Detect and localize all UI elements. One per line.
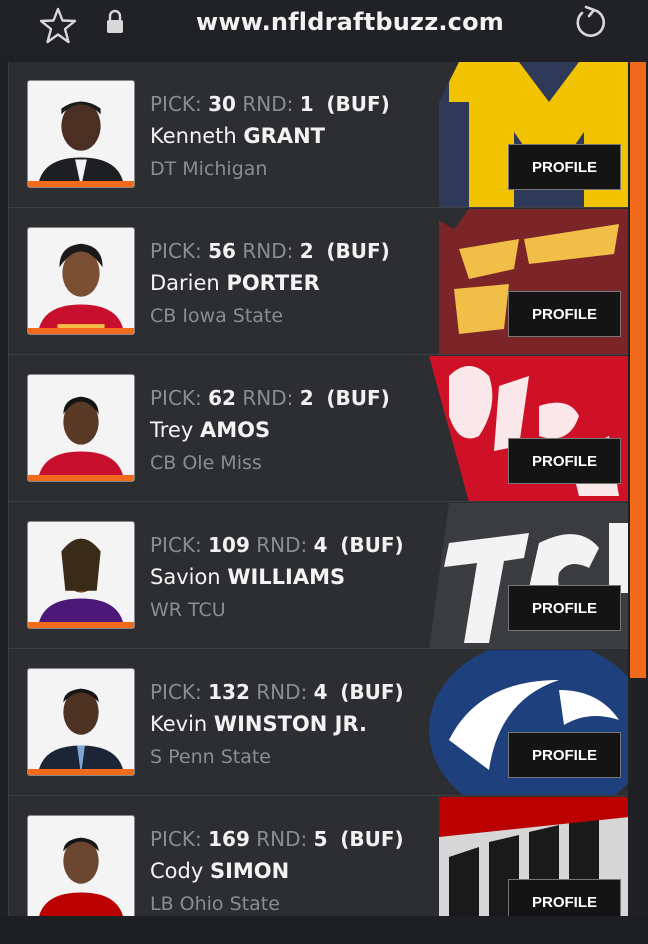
list-item: PICK: 109 RND: 4 (BUF) Savion WILLIAMS W… [9, 503, 628, 649]
player-photo [27, 668, 135, 776]
player-photo [27, 227, 135, 335]
list-item: PICK: 56 RND: 2 (BUF) Darien PORTER CB I… [9, 209, 628, 355]
pick-info: PICK: 56 RND: 2 (BUF) [150, 239, 390, 263]
pick-info: PICK: 132 RND: 4 (BUF) [150, 680, 404, 704]
profile-button[interactable]: PROFILE [508, 879, 621, 916]
photo-accent-bar [28, 769, 134, 775]
pick-info: PICK: 62 RND: 2 (BUF) [150, 386, 390, 410]
lock-icon [107, 9, 123, 33]
player-position-school: CB Iowa State [150, 305, 284, 327]
player-name[interactable]: Trey AMOS [150, 418, 270, 442]
player-position-school: LB Ohio State [150, 893, 280, 915]
player-name[interactable]: Kenneth GRANT [150, 124, 325, 148]
player-photo [27, 80, 135, 188]
player-photo [27, 374, 135, 482]
photo-accent-bar [28, 181, 134, 187]
profile-button[interactable]: PROFILE [508, 585, 621, 631]
photo-accent-bar [28, 622, 134, 628]
star-icon[interactable] [38, 6, 78, 46]
player-name[interactable]: Kevin WINSTON JR. [150, 712, 367, 736]
list-item: PICK: 62 RND: 2 (BUF) Trey AMOS CB Ole M… [9, 356, 628, 502]
profile-button[interactable]: PROFILE [508, 144, 621, 190]
pick-info: PICK: 109 RND: 4 (BUF) [150, 533, 404, 557]
profile-button[interactable]: PROFILE [508, 732, 621, 778]
list-item: PICK: 169 RND: 5 (BUF) Cody SIMON LB Ohi… [9, 797, 628, 916]
player-position-school: DT Michigan [150, 158, 268, 180]
profile-button[interactable]: PROFILE [508, 291, 621, 337]
address-bar-url[interactable]: www.nfldraftbuzz.com [180, 8, 520, 36]
player-photo [27, 521, 135, 629]
pick-info: PICK: 30 RND: 1 (BUF) [150, 92, 390, 116]
player-photo [27, 815, 135, 916]
pick-info: PICK: 169 RND: 5 (BUF) [150, 827, 404, 851]
list-item: PICK: 30 RND: 1 (BUF) Kenneth GRANT DT M… [9, 62, 628, 208]
player-position-school: S Penn State [150, 746, 271, 768]
photo-accent-bar [28, 475, 134, 481]
bottom-bar [0, 916, 648, 944]
player-position-school: WR TCU [150, 599, 226, 621]
draft-picks-list: PICK: 30 RND: 1 (BUF) Kenneth GRANT DT M… [8, 62, 628, 916]
player-name[interactable]: Savion WILLIAMS [150, 565, 345, 589]
browser-toolbar: www.nfldraftbuzz.com [0, 0, 648, 56]
player-name[interactable]: Darien PORTER [150, 271, 320, 295]
scrollbar-thumb[interactable] [630, 62, 646, 678]
player-name[interactable]: Cody SIMON [150, 859, 289, 883]
player-position-school: CB Ole Miss [150, 452, 262, 474]
profile-button[interactable]: PROFILE [508, 438, 621, 484]
list-item: PICK: 132 RND: 4 (BUF) Kevin WINSTON JR.… [9, 650, 628, 796]
reload-icon[interactable] [572, 4, 610, 42]
photo-accent-bar [28, 328, 134, 334]
